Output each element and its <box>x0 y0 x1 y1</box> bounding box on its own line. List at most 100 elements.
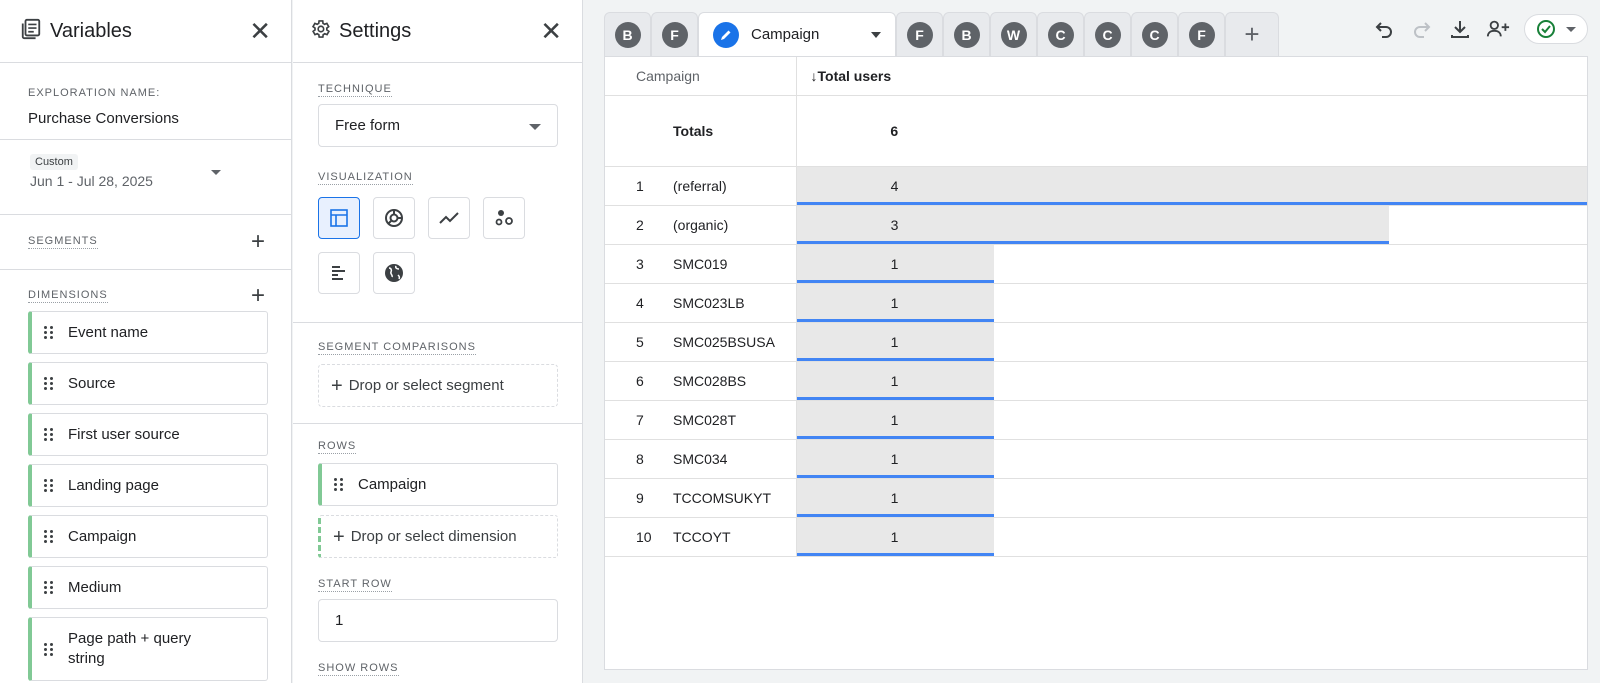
segment-drop-zone[interactable]: + Drop or select segment <box>318 364 558 407</box>
bar-viz-button[interactable] <box>318 252 360 294</box>
close-variables-icon[interactable]: ✕ <box>249 18 271 44</box>
table-row[interactable]: 4 SMC023LB 1 <box>605 283 1587 323</box>
table-row[interactable]: 6 SMC028BS 1 <box>605 361 1587 401</box>
undo-icon[interactable] <box>1372 17 1396 41</box>
scatter-viz-button[interactable] <box>483 197 525 239</box>
tab[interactable]: F <box>1178 12 1225 56</box>
variables-header: Variables ✕ <box>0 0 291 63</box>
totals-row: Totals 6 <box>605 95 1587 167</box>
redo-icon[interactable] <box>1410 17 1434 41</box>
drag-handle-icon[interactable] <box>44 581 54 594</box>
drag-handle-icon[interactable] <box>44 428 54 441</box>
line-viz-button[interactable] <box>428 197 470 239</box>
visualization-grid <box>318 197 557 294</box>
total-users-column-header[interactable]: ↓Total users <box>795 57 992 96</box>
campaign-cell: (referral) <box>673 166 796 206</box>
show-rows-label: SHOW ROWS <box>318 662 399 676</box>
tab[interactable]: W <box>990 12 1037 56</box>
value-text: 3 <box>890 216 899 233</box>
table-header-row: Campaign ↓Total users <box>605 57 1587 96</box>
add-tab-button[interactable]: + <box>1225 12 1279 56</box>
donut-viz-button[interactable] <box>373 197 415 239</box>
dimension-item[interactable]: Page path + query string <box>28 617 268 681</box>
download-icon[interactable] <box>1448 17 1472 41</box>
drag-handle-icon[interactable] <box>44 530 54 543</box>
drag-handle-icon[interactable] <box>44 479 54 492</box>
total-users-cell: 1 <box>795 361 1587 401</box>
table-row[interactable]: 2 (organic) 3 <box>605 205 1587 245</box>
dimension-label: Source <box>68 375 116 392</box>
value-text: 1 <box>890 411 899 428</box>
toolbar <box>1372 14 1588 44</box>
tab[interactable]: C <box>1084 12 1131 56</box>
campaign-column-header[interactable]: Campaign <box>605 57 796 96</box>
row-index: 2 <box>605 205 673 245</box>
close-settings-icon[interactable]: ✕ <box>540 18 562 44</box>
row-index: 1 <box>605 166 673 206</box>
dimension-item[interactable]: Campaign <box>28 515 268 558</box>
dropdown-arrow-icon <box>529 124 541 130</box>
pencil-icon[interactable] <box>713 21 739 48</box>
date-preset-chip: Custom <box>30 154 78 170</box>
show-rows-section: SHOW ROWS <box>293 642 582 676</box>
dimension-drop-zone[interactable]: + Drop or select dimension <box>318 515 558 558</box>
table-row[interactable]: 10 TCCOYT 1 <box>605 517 1587 557</box>
dimension-item[interactable]: Landing page <box>28 464 268 507</box>
dimension-item[interactable]: First user source <box>28 413 268 456</box>
table-row[interactable]: 1 (referral) 4 <box>605 166 1587 206</box>
rows-section: ROWS Campaign + Drop or select dimension <box>293 424 582 558</box>
table-viz-button[interactable] <box>318 197 360 239</box>
campaign-cell: SMC028T <box>673 400 796 440</box>
table-row[interactable]: 7 SMC028T 1 <box>605 400 1587 440</box>
drag-handle-icon[interactable] <box>44 326 54 339</box>
drag-handle-icon[interactable] <box>44 377 54 390</box>
tab-badge: F <box>1188 21 1215 48</box>
dimensions-label: DIMENSIONS <box>28 289 108 303</box>
bar-chart-icon <box>332 266 345 280</box>
tab-bar: B F Campaign F B W C C C F + <box>604 12 1279 56</box>
visualization-label: VISUALIZATION <box>318 171 413 185</box>
tab[interactable]: C <box>1037 12 1084 56</box>
tab[interactable]: F <box>896 12 943 56</box>
tab[interactable]: F <box>651 12 698 56</box>
add-dimension-icon[interactable]: + <box>251 284 265 308</box>
chevron-down-icon[interactable] <box>211 170 221 175</box>
drag-handle-icon[interactable] <box>334 478 344 491</box>
start-row-input[interactable]: 1 <box>318 599 558 642</box>
totals-index <box>605 95 673 167</box>
table-row[interactable]: 8 SMC034 1 <box>605 439 1587 479</box>
technique-select[interactable]: Free form <box>318 104 558 147</box>
date-range-picker[interactable]: Custom Jun 1 - Jul 28, 2025 <box>0 140 291 215</box>
line-chart-icon <box>439 212 459 224</box>
tab[interactable]: B <box>604 12 651 56</box>
tab[interactable]: C <box>1131 12 1178 56</box>
dimension-item[interactable]: Event name <box>28 311 268 354</box>
table-icon <box>330 209 348 227</box>
technique-section: TECHNIQUE Free form <box>293 63 582 147</box>
tab-badge: C <box>1047 21 1074 48</box>
segment-comparisons-section: SEGMENT COMPARISONS + Drop or select seg… <box>293 323 582 407</box>
share-people-icon[interactable] <box>1486 17 1510 41</box>
table-row[interactable]: 9 TCCOMSUKYT 1 <box>605 478 1587 518</box>
start-row-section: START ROW 1 <box>293 558 582 642</box>
value-text: 1 <box>890 372 899 389</box>
row-dimension-item[interactable]: Campaign <box>318 463 558 506</box>
totals-value: 6 <box>795 95 992 167</box>
exploration-name-input[interactable]: Purchase Conversions <box>28 110 263 127</box>
geo-viz-button[interactable] <box>373 252 415 294</box>
add-segment-icon[interactable]: + <box>251 230 265 254</box>
status-menu[interactable] <box>1524 14 1588 44</box>
tab[interactable]: B <box>943 12 990 56</box>
row-index: 6 <box>605 361 673 401</box>
table-row[interactable]: 3 SMC019 1 <box>605 244 1587 284</box>
empty-header <box>992 57 1587 96</box>
tab-campaign-active[interactable]: Campaign <box>698 12 896 56</box>
value-text: 4 <box>890 177 899 194</box>
chevron-down-icon[interactable] <box>871 31 881 38</box>
dimension-item[interactable]: Source <box>28 362 268 405</box>
row-index: 7 <box>605 400 673 440</box>
globe-icon <box>385 264 403 282</box>
table-row[interactable]: 5 SMC025BSUSA 1 <box>605 322 1587 362</box>
dimension-item[interactable]: Medium <box>28 566 268 609</box>
drag-handle-icon[interactable] <box>44 642 54 656</box>
